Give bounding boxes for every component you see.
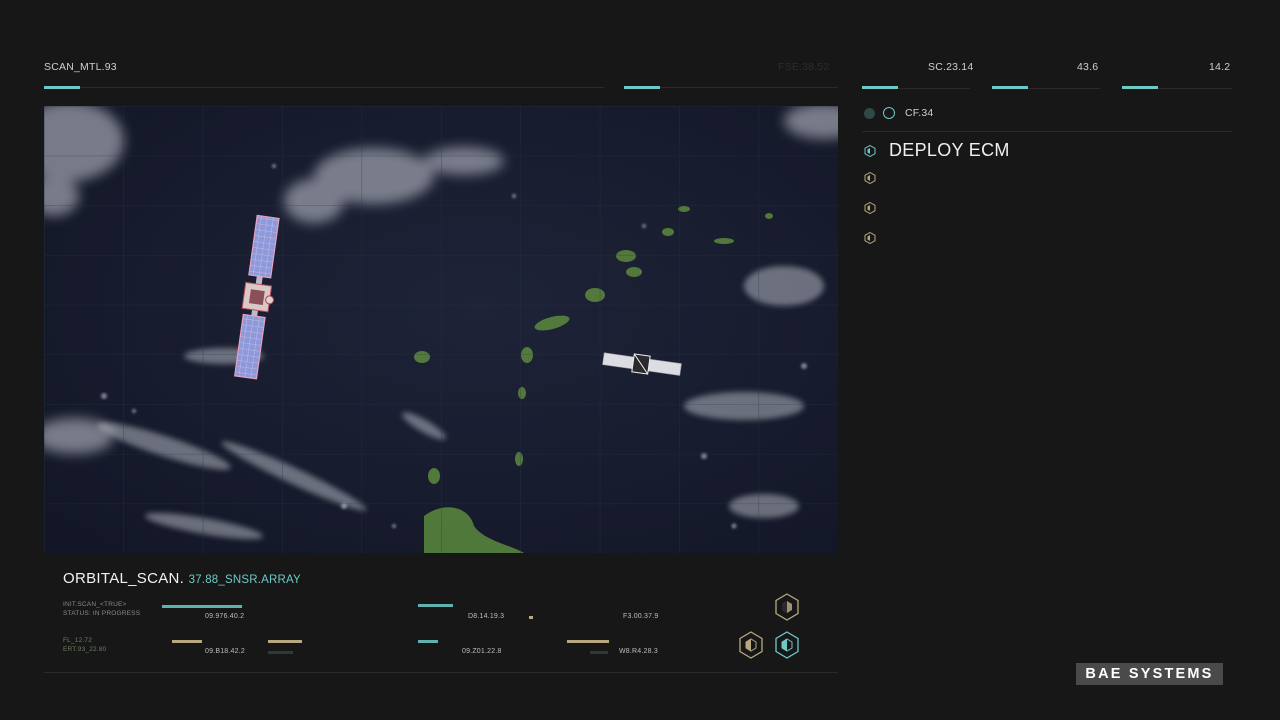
row1-value-1: 09.976.40.2 (205, 613, 245, 620)
menu-item-3[interactable] (864, 202, 876, 214)
progress-bar (590, 651, 608, 654)
hexagon-icon (864, 232, 876, 244)
stat-accent-1 (862, 86, 898, 89)
panel-divider (862, 131, 1232, 132)
view-toggle[interactable]: CF.34 (864, 107, 933, 119)
footer-divider (44, 672, 838, 673)
stat-1: SC.23.14 (928, 61, 974, 73)
progress-bar (268, 640, 302, 643)
row1-value-2: D8.14.19.3 (468, 613, 505, 620)
row2-value-1: 09.B18.42.2 (205, 648, 245, 655)
scan-title-block: ORBITAL_SCAN. 37.88_SNSR.ARRAY (63, 570, 301, 588)
menu-item-deploy-ecm[interactable]: DEPLOY ECM (864, 140, 1010, 161)
progress-bar (162, 605, 242, 608)
brand-logo: BAE SYSTEMS (1076, 663, 1223, 685)
radio-circle-icon[interactable] (864, 107, 875, 119)
progress-bar (172, 640, 202, 643)
row2-value-2: 09.Z01.22.8 (462, 648, 502, 655)
radio-circle-icon[interactable] (883, 107, 895, 119)
progress-bar (418, 640, 438, 643)
row1-value-3: F3.00.37.9 (623, 613, 659, 620)
hexagon-icon[interactable] (774, 593, 800, 621)
scan-title: ORBITAL_SCAN. (63, 570, 185, 587)
row1-label-b: STATUS: IN PROGRESS (63, 610, 141, 617)
menu-item-4[interactable] (864, 232, 876, 244)
header-accent-mid (624, 86, 660, 89)
progress-bar (268, 651, 293, 654)
brand-logo-text: BAE SYSTEMS (1085, 666, 1214, 682)
row2-value-3: W8.R4.28.3 (619, 648, 658, 655)
scan-subtitle: 37.88_SNSR.ARRAY (188, 574, 301, 586)
toggle-label: CF.34 (905, 107, 934, 119)
stat-accent-2 (992, 86, 1028, 89)
hexagon-icon (864, 172, 876, 184)
row2-label-b: ERT.93_22.80 (63, 646, 107, 653)
earth-map (44, 106, 838, 553)
header-accent-left (44, 86, 80, 89)
hexagon-icon (864, 144, 876, 157)
hexagon-icon[interactable] (738, 631, 764, 659)
scan-label: SCAN_MTL.93 (44, 61, 117, 73)
row1-label-a: INIT.SCAN_<TRUE> (63, 601, 127, 608)
header-divider-left (44, 87, 604, 88)
stat-2: 43.6 (1077, 61, 1099, 73)
menu-label: DEPLOY ECM (889, 140, 1010, 160)
hexagon-icon[interactable] (774, 631, 800, 659)
faded-label: FSE.38.52 (778, 61, 830, 73)
stat-3: 14.2 (1209, 61, 1231, 73)
stat-accent-3 (1122, 86, 1158, 89)
progress-bar (529, 616, 533, 619)
row2-label-a: FL_12.72 (63, 637, 93, 644)
progress-bar (418, 604, 453, 607)
hexagon-icon (864, 202, 876, 214)
orbital-view[interactable] (44, 106, 838, 553)
progress-bar (567, 640, 609, 643)
menu-item-2[interactable] (864, 172, 876, 184)
